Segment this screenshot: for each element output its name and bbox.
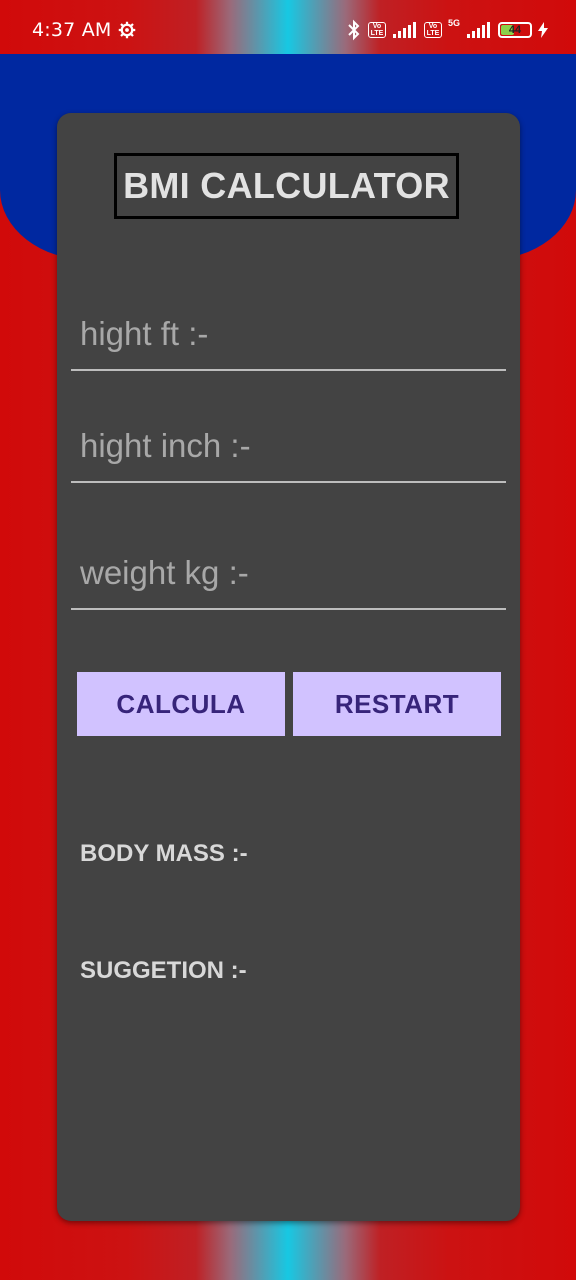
weight-kg-field [71,530,506,610]
battery-level: 44 [508,24,522,36]
suggestion-label: SUGGETION :- [80,957,247,984]
network-type: 5G [447,18,460,28]
height-ft-input[interactable] [80,315,490,353]
charging-icon [538,22,548,38]
height-ft-field [71,291,506,371]
battery-icon: 44 [498,22,532,38]
5g-signal-icon [467,22,490,38]
calculator-card: BMI CALCULATOR CALCULA RESTART BODY MASS… [57,113,520,1221]
status-icons: Vo LTE Vo LTE 5G 44 [346,18,548,42]
height-inch-field [71,403,506,483]
calculate-button[interactable]: CALCULA [77,672,285,736]
signal-icon [392,22,416,38]
body-mass-label: BODY MASS :- [80,840,248,867]
status-time: 4:37 AM [32,19,112,41]
gear-icon [118,21,136,39]
height-inch-input[interactable] [80,427,490,465]
weight-kg-input[interactable] [80,554,490,592]
app-title: BMI CALCULATOR [114,153,459,219]
status-bar: 4:37 AM Vo LTE Vo LTE 5G 44 [0,0,576,58]
volte-icon: Vo LTE [423,22,442,38]
bluetooth-icon [348,19,360,41]
restart-button[interactable]: RESTART [293,672,501,736]
volte-icon: Vo LTE [367,22,386,38]
